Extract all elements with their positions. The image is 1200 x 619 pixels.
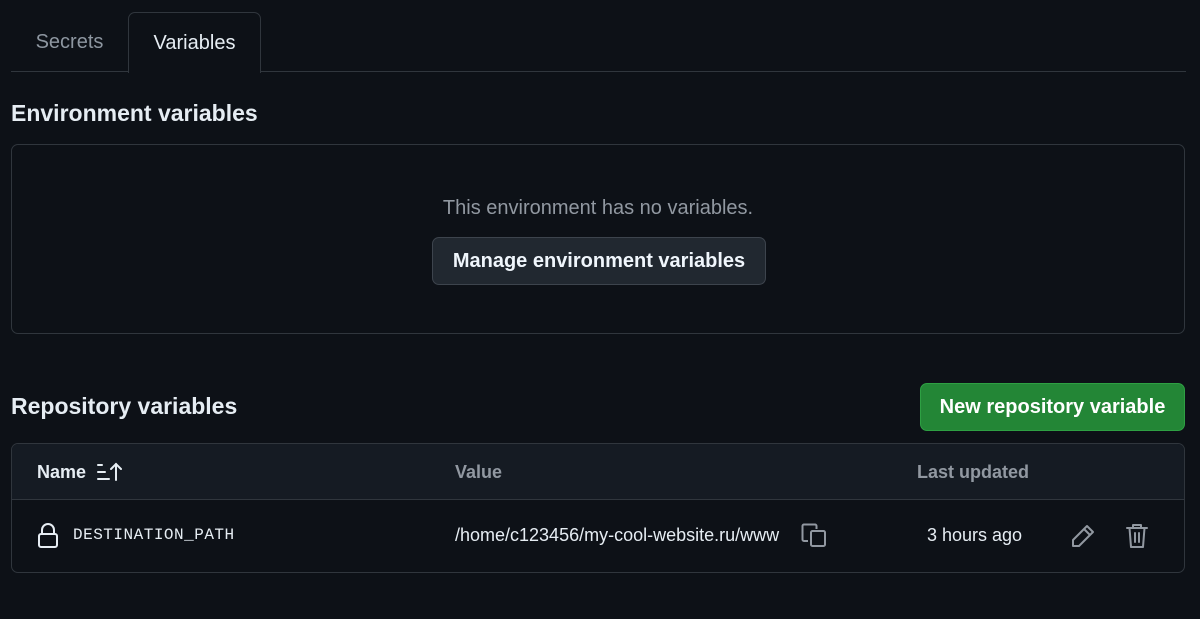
repository-variables-heading: Repository variables: [11, 393, 238, 419]
variable-name: DESTINATION_PATH: [73, 526, 235, 544]
trash-icon[interactable]: [1125, 523, 1149, 549]
environment-variables-panel: This environment has no variables. Manag…: [11, 144, 1185, 334]
environment-variables-heading: Environment variables: [11, 100, 258, 126]
new-repository-variable-button[interactable]: New repository variable: [920, 383, 1185, 431]
copy-icon[interactable]: [801, 522, 827, 548]
tab-secrets[interactable]: Secrets: [11, 12, 128, 72]
column-header-value: Value: [455, 462, 503, 482]
column-header-last-updated: Last updated: [917, 462, 1030, 482]
variable-last-updated: 3 hours ago: [927, 525, 1023, 545]
tab-variables[interactable]: Variables: [128, 12, 261, 73]
pencil-icon[interactable]: [1070, 523, 1096, 549]
table-header: Name Value Last updated: [12, 444, 1184, 500]
empty-state-message: This environment has no variables.: [442, 197, 754, 219]
tab-bar: Secrets Variables: [11, 12, 1186, 73]
repository-variables-table: Name Value Last updated DESTINATION_PATH…: [11, 443, 1185, 573]
manage-environment-variables-button[interactable]: Manage environment variables: [432, 237, 766, 285]
sort-ascending-icon[interactable]: [96, 462, 122, 482]
table-row: DESTINATION_PATH /home/c123456/my-cool-w…: [12, 500, 1184, 572]
variable-value: /home/c123456/my-cool-website.ru/www: [455, 525, 780, 545]
column-header-name[interactable]: Name: [37, 444, 86, 501]
lock-icon: [38, 523, 58, 548]
